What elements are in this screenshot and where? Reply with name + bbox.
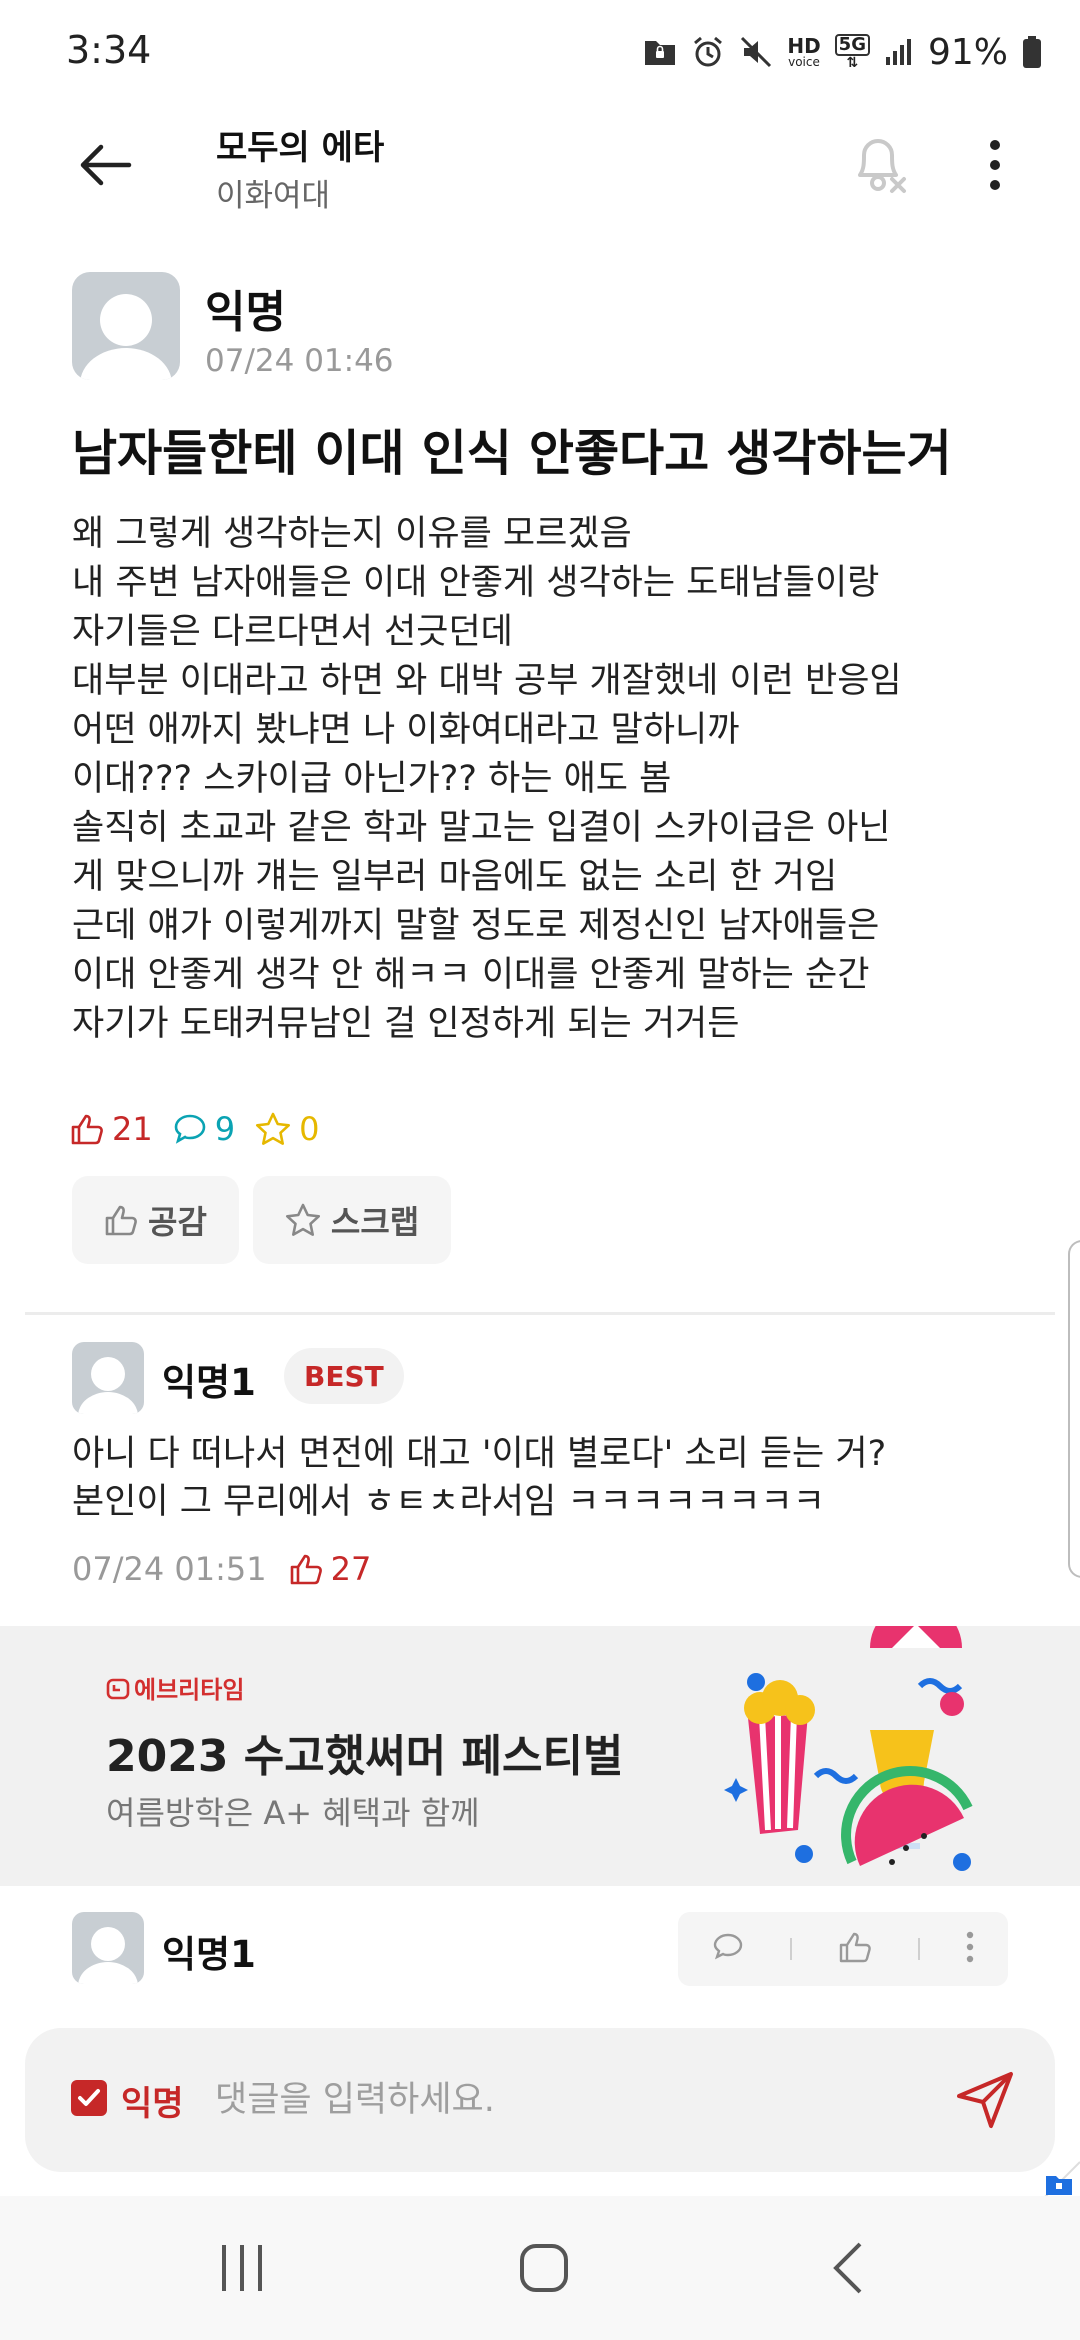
comment-avatar xyxy=(72,1342,144,1414)
more-options-button[interactable] xyxy=(970,130,1020,200)
comment-like-count: 27 xyxy=(289,1550,372,1588)
comment-body: 아니 다 떠나서 면전에 대고 '이대 별로다' 소리 듣는 거? 본인이 그 … xyxy=(72,1434,887,1522)
alarm-icon xyxy=(691,35,725,69)
data-arrows-icon: ⇅ xyxy=(846,55,859,71)
system-back-button[interactable] xyxy=(808,2232,888,2304)
thumbs-up-icon xyxy=(71,1114,103,1145)
board-subtitle: 이화여대 xyxy=(216,178,331,214)
home-icon xyxy=(520,2244,568,2292)
speech-bubble-icon xyxy=(713,1933,742,1960)
scrap-button-label: 스크랩 xyxy=(330,1203,420,1241)
star-icon xyxy=(285,1203,320,1236)
edge-panel-handle[interactable] xyxy=(1068,1240,1080,1578)
separator xyxy=(790,1938,793,1960)
send-button[interactable] xyxy=(949,2064,1021,2136)
bell-off-icon xyxy=(858,139,906,193)
comment-avatar xyxy=(72,1912,144,1984)
recent-apps-icon xyxy=(222,2245,262,2291)
comment-author: 익명1 xyxy=(162,1933,256,1976)
like-count: 21 xyxy=(70,1110,153,1148)
comment-input-bar: 익명 xyxy=(25,2028,1055,2172)
recent-apps-button[interactable] xyxy=(202,2232,282,2304)
battery-icon xyxy=(1022,35,1042,69)
banner-title: 2023 수고했써머 페스티벌 xyxy=(106,1731,624,1782)
summer-illustration xyxy=(724,1626,973,1871)
home-button[interactable] xyxy=(504,2232,584,2304)
anonymous-checkbox[interactable] xyxy=(71,2080,107,2116)
hd-voice-icon: HD voice xyxy=(787,36,820,68)
comment-author: 익명1 xyxy=(162,1361,256,1404)
post-author-name: 익명 xyxy=(205,287,286,338)
system-nav-bar xyxy=(0,2196,1080,2340)
signal-icon xyxy=(884,37,914,67)
speech-bubble-icon xyxy=(174,1114,206,1144)
app-header: 모두의 에타 이화여대 xyxy=(0,100,1080,230)
reply-button[interactable] xyxy=(711,1930,745,1968)
thumbs-up-icon xyxy=(839,1932,871,1963)
like-button[interactable]: 공감 xyxy=(72,1176,239,1264)
comment-input[interactable] xyxy=(215,2068,915,2132)
scrap-count-value: 0 xyxy=(299,1110,320,1148)
default-avatar-icon xyxy=(78,1357,138,1414)
folder-lock-icon xyxy=(643,37,677,67)
comment-meta: 07/24 01:51 27 xyxy=(72,1550,371,1588)
promo-banner[interactable]: 에브리타임 2023 수고했써머 페스티벌 여름방학은 A+ 혜택과 함께 xyxy=(0,1626,1080,1886)
comment-count: 9 xyxy=(173,1110,235,1148)
back-button[interactable] xyxy=(70,130,140,200)
network-5g-icon: 5G ⇅ xyxy=(834,34,870,71)
anonymous-label[interactable]: 익명 xyxy=(121,2076,184,2125)
post-stats: 21 9 0 xyxy=(70,1104,319,1154)
best-badge: BEST xyxy=(284,1348,404,1404)
post-comment-divider xyxy=(25,1312,1055,1315)
mute-icon xyxy=(739,35,773,69)
post-action-buttons: 공감 스크랩 xyxy=(72,1176,452,1264)
voice-label: voice xyxy=(788,55,820,69)
checkmark-icon xyxy=(78,2089,100,2106)
comment-like-button[interactable] xyxy=(838,1930,872,1968)
notification-toggle-button[interactable] xyxy=(840,124,920,204)
scrap-count: 0 xyxy=(255,1110,319,1148)
comment-more-button[interactable] xyxy=(965,1930,975,1968)
more-vertical-icon xyxy=(966,1931,974,1963)
more-vertical-icon xyxy=(990,140,1000,190)
hd-label: HD xyxy=(787,34,821,58)
status-time: 3:34 xyxy=(66,28,152,72)
comment-action-group xyxy=(678,1912,1008,1986)
scrap-button[interactable]: 스크랩 xyxy=(252,1176,452,1264)
separator xyxy=(917,1938,920,1960)
post-title: 남자들한테 이대 인식 안좋다고 생각하는거 xyxy=(72,425,952,482)
default-avatar-icon xyxy=(80,294,172,380)
battery-percent: 91% xyxy=(927,31,1008,73)
banner-subtitle: 여름방학은 A+ 혜택과 함께 xyxy=(106,1794,480,1832)
board-title: 모두의 에타 xyxy=(216,128,385,168)
status-icons: HD voice 5G ⇅ 91% xyxy=(643,28,1042,76)
paper-plane-icon xyxy=(957,2072,1013,2128)
network-label: 5G xyxy=(834,34,870,56)
star-icon xyxy=(256,1112,291,1145)
status-bar: 3:34 HD voice 5G ⇅ 91% xyxy=(0,0,1080,100)
post-body: 왜 그렇게 생각하는지 이유를 모르겠음 내 주변 남자애들은 이대 안좋게 생… xyxy=(72,514,902,1044)
post-date: 07/24 01:46 xyxy=(205,343,394,379)
chevron-left-icon xyxy=(833,2242,862,2294)
comment-count-value: 9 xyxy=(214,1110,236,1148)
thumbs-up-icon xyxy=(105,1205,137,1236)
comment-date: 07/24 01:51 xyxy=(72,1550,267,1588)
like-button-label: 공감 xyxy=(148,1203,207,1241)
banner-brand: 에브리타임 xyxy=(106,1670,244,1705)
default-avatar-icon xyxy=(78,1927,138,1984)
post-author-avatar xyxy=(72,272,180,380)
thumbs-up-icon xyxy=(290,1554,322,1585)
arrow-left-icon xyxy=(80,144,132,186)
banner-brand-label: 에브리타임 xyxy=(134,1676,245,1704)
like-count-value: 21 xyxy=(112,1110,153,1148)
everytime-logo-icon xyxy=(106,1678,130,1699)
comment-like-value: 27 xyxy=(330,1550,372,1588)
